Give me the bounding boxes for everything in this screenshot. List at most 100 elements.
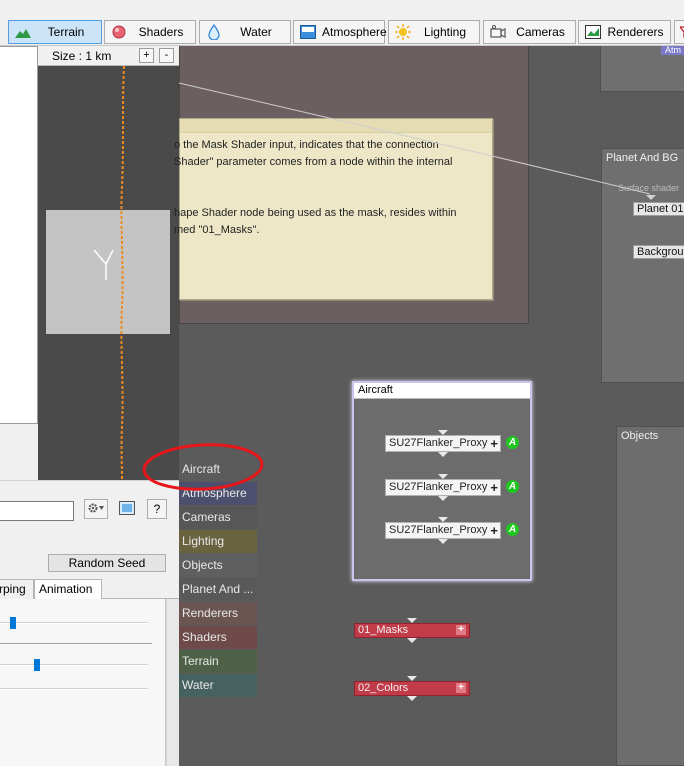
- slider-track-2: [0, 664, 148, 666]
- output-port[interactable]: [438, 452, 448, 457]
- next-tab-button[interactable]: [674, 20, 684, 44]
- map-header: Size : 1 km + -: [38, 46, 179, 66]
- category-renderers[interactable]: Renderers: [179, 602, 257, 625]
- category-water[interactable]: Water: [179, 674, 257, 697]
- renderers-tab-label: Renderers: [607, 25, 664, 39]
- tab-scrollbar[interactable]: [166, 599, 179, 766]
- gear-menu-button[interactable]: [84, 499, 108, 519]
- note-line: hape Shader node being used as the mask,…: [174, 207, 457, 219]
- preview-button[interactable]: [116, 499, 138, 519]
- renderer-icon: [585, 24, 601, 40]
- sun-icon: [395, 24, 411, 40]
- surface-shader-label: Surface shader: [618, 183, 680, 193]
- image-preview-icon: [119, 500, 135, 518]
- water-tab-label: Water: [240, 25, 272, 39]
- note-line: o the Mask Shader input, indicates that …: [174, 139, 439, 151]
- funnel-icon: [677, 24, 684, 40]
- help-button[interactable]: ?: [147, 499, 167, 519]
- note-title-bar: [180, 119, 492, 133]
- objects-group-frame[interactable]: Objects: [616, 426, 684, 766]
- cameras-tab-label: Cameras: [516, 25, 565, 39]
- note-node[interactable]: o the Mask Shader input, indicates that …: [174, 118, 493, 300]
- colors-node[interactable]: 02_Colors +: [354, 681, 470, 696]
- animated-badge-icon[interactable]: A: [506, 480, 519, 493]
- planet-frame-title: Planet And BG: [606, 152, 679, 164]
- seed-input[interactable]: [0, 501, 74, 521]
- add-icon[interactable]: +: [490, 437, 498, 450]
- category-shaders[interactable]: Shaders: [179, 626, 257, 649]
- zoom-out-button[interactable]: -: [159, 48, 174, 63]
- proxy-node-label: SU27Flanker_Proxy: [389, 481, 488, 493]
- cameras-tab-button[interactable]: Cameras: [483, 20, 576, 44]
- atmosphere-group-frame[interactable]: Atm: [600, 46, 684, 92]
- slider-track-1: [0, 622, 148, 624]
- lighting-tab-button[interactable]: Lighting: [388, 20, 480, 44]
- settings-panel: ? Random Seed rping Animation: [0, 480, 179, 766]
- category-objects[interactable]: Objects: [179, 554, 257, 577]
- camera-icon: [490, 24, 506, 40]
- lighting-tab-label: Lighting: [423, 25, 467, 39]
- proxy-node-label: SU27Flanker_Proxy: [389, 524, 488, 536]
- masks-node[interactable]: 01_Masks +: [354, 623, 470, 638]
- shaders-icon: [111, 24, 127, 40]
- add-icon[interactable]: +: [456, 683, 466, 693]
- slider-2[interactable]: [34, 659, 40, 671]
- shaders-tab-button[interactable]: Shaders: [104, 20, 196, 44]
- node-list-panel[interactable]: [0, 46, 38, 424]
- terrain-preview-square: [46, 210, 170, 334]
- proxy-node-2[interactable]: SU27Flanker_Proxy +: [385, 479, 501, 496]
- category-atmosphere[interactable]: Atmosphere: [179, 482, 257, 505]
- random-seed-button[interactable]: Random Seed: [48, 554, 166, 572]
- category-aircraft[interactable]: Aircraft: [179, 458, 257, 481]
- category-planet-and-bg[interactable]: Planet And ...: [179, 578, 257, 601]
- add-icon[interactable]: +: [490, 481, 498, 494]
- atmosphere-icon: [300, 24, 316, 40]
- divider: [0, 643, 152, 644]
- atmosphere-tab-label: Atmosphere: [322, 25, 387, 39]
- water-tab-button[interactable]: Water: [199, 20, 291, 44]
- water-drop-icon: [206, 24, 222, 40]
- add-icon[interactable]: +: [456, 625, 466, 635]
- note-line: Shader" parameter comes from a node with…: [174, 156, 453, 168]
- objects-frame-title: Objects: [621, 430, 659, 442]
- node-list-footer: [0, 424, 38, 480]
- terrain-map-panel[interactable]: Size : 1 km + -: [38, 46, 179, 480]
- proxy-node-3[interactable]: SU27Flanker_Proxy +: [385, 522, 501, 539]
- animation-tab-body: [0, 599, 166, 766]
- animated-badge-icon[interactable]: A: [506, 436, 519, 449]
- output-port[interactable]: [438, 539, 448, 544]
- tab-animation[interactable]: Animation: [34, 579, 102, 599]
- terrain-tab-button[interactable]: Terrain: [8, 20, 102, 44]
- renderers-tab-button[interactable]: Renderers: [578, 20, 671, 44]
- proxy-node-1[interactable]: SU27Flanker_Proxy +: [385, 435, 501, 452]
- slider-track-3: [0, 688, 148, 690]
- output-port[interactable]: [438, 496, 448, 501]
- atmosphere-node[interactable]: Atm: [661, 46, 684, 55]
- shaders-tab-label: Shaders: [138, 25, 184, 39]
- proxy-node-label: SU27Flanker_Proxy: [389, 437, 488, 449]
- map-size-label: Size : 1 km: [52, 49, 112, 63]
- colors-node-label: 02_Colors: [358, 682, 409, 694]
- zoom-in-button[interactable]: +: [139, 48, 154, 63]
- planet-group-frame[interactable]: Planet And BG Surface shader Planet 01 B…: [601, 148, 684, 383]
- terrain-tab-label: Terrain: [47, 25, 85, 39]
- planet-node[interactable]: Planet 01: [633, 202, 684, 216]
- background-node[interactable]: Backgroun: [633, 245, 684, 259]
- input-port[interactable]: [646, 195, 656, 200]
- tab-warping[interactable]: rping: [0, 579, 34, 599]
- category-cameras[interactable]: Cameras: [179, 506, 257, 529]
- main-toolbar: Terrain Shaders Water Atmosphere Lightin…: [0, 0, 684, 46]
- slider-1[interactable]: [10, 617, 16, 629]
- settings-tabs: rping Animation: [0, 579, 179, 599]
- category-terrain[interactable]: Terrain: [179, 650, 257, 673]
- atmosphere-tab-button[interactable]: Atmosphere: [293, 20, 387, 44]
- aircraft-frame-title[interactable]: Aircraft: [354, 383, 530, 399]
- aircraft-group-frame[interactable]: Aircraft SU27Flanker_Proxy + A SU27Flank…: [352, 381, 532, 581]
- output-port[interactable]: [407, 638, 417, 643]
- animated-badge-icon[interactable]: A: [506, 523, 519, 536]
- add-icon[interactable]: +: [490, 524, 498, 537]
- note-line: med "01_Masks".: [174, 224, 260, 236]
- output-port[interactable]: [407, 696, 417, 701]
- category-lighting[interactable]: Lighting: [179, 530, 257, 553]
- masks-node-label: 01_Masks: [358, 624, 409, 636]
